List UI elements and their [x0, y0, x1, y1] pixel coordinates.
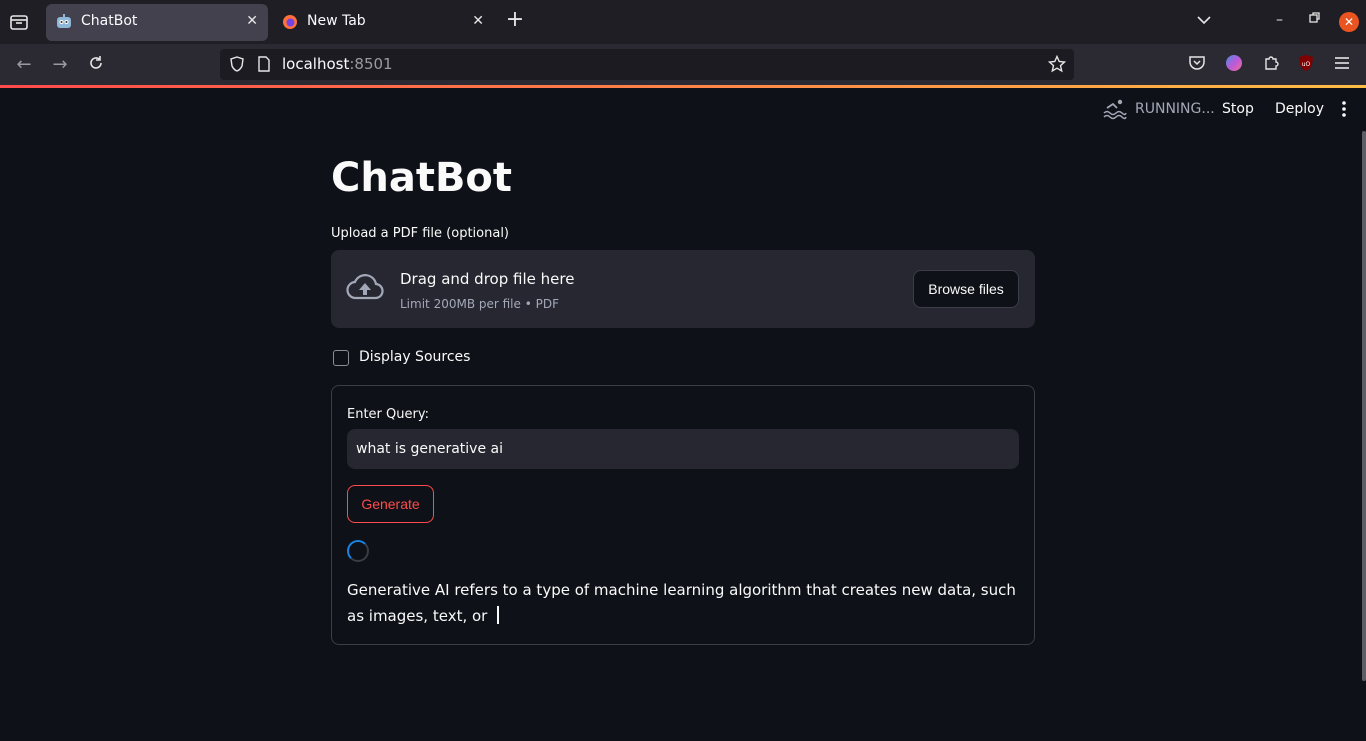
svg-text:uO: uO: [1302, 61, 1311, 68]
tracking-shield-icon[interactable]: [229, 56, 245, 76]
generate-button[interactable]: Generate: [347, 485, 434, 523]
robot-favicon-icon: [56, 14, 72, 30]
dropzone-limit-text: Limit 200MB per file • PDF: [400, 297, 559, 311]
query-label: Enter Query:: [347, 407, 429, 422]
main-menu-kebab-icon[interactable]: [1339, 100, 1349, 118]
running-swimmer-icon: [1103, 98, 1127, 124]
back-arrow-icon[interactable]: ←: [13, 54, 35, 76]
browser-tab-strip: ChatBot ✕ New Tab ✕ + – ✕: [0, 0, 1366, 44]
running-status: RUNNING...: [1135, 101, 1215, 117]
query-input[interactable]: [347, 429, 1019, 469]
answer-text: Generative AI refers to a type of machin…: [347, 577, 1017, 629]
url-bar[interactable]: localhost:8501: [220, 49, 1074, 80]
tab-title: New Tab: [307, 13, 366, 29]
pocket-icon[interactable]: [1188, 54, 1208, 74]
account-avatar-icon[interactable]: [1225, 54, 1245, 74]
stop-button[interactable]: Stop: [1222, 101, 1254, 117]
page-scrollbar[interactable]: [1362, 131, 1366, 681]
new-tab-plus-icon[interactable]: +: [504, 9, 526, 31]
cloud-upload-icon: [346, 272, 384, 306]
bookmark-star-icon[interactable]: [1047, 54, 1067, 77]
page-info-icon[interactable]: [257, 56, 271, 76]
query-form: Enter Query: Generate Generative AI refe…: [331, 385, 1035, 645]
forward-arrow-icon[interactable]: →: [49, 54, 71, 76]
deploy-button[interactable]: Deploy: [1275, 101, 1324, 117]
window-close-icon[interactable]: ✕: [1339, 12, 1359, 32]
display-sources-checkbox[interactable]: [333, 350, 349, 366]
extensions-puzzle-icon[interactable]: [1262, 54, 1282, 74]
browse-files-button[interactable]: Browse files: [913, 270, 1019, 308]
close-tab-icon[interactable]: ✕: [246, 13, 258, 29]
app-menu-hamburger-icon[interactable]: [1333, 54, 1353, 74]
reload-icon[interactable]: [85, 54, 107, 76]
tab-chatbot[interactable]: ChatBot ✕: [46, 4, 268, 41]
page-title: ChatBot: [331, 155, 513, 201]
upload-label: Upload a PDF file (optional): [331, 226, 510, 241]
tab-manager-icon[interactable]: [8, 11, 30, 33]
app-header: RUNNING... Stop Deploy: [0, 88, 1366, 130]
dropzone-title: Drag and drop file here: [400, 270, 575, 288]
chevron-down-icon[interactable]: [1196, 12, 1212, 32]
answer-content: Generative AI refers to a type of machin…: [347, 581, 1016, 625]
loading-spinner-icon: [347, 540, 369, 562]
minimize-icon[interactable]: –: [1276, 12, 1283, 28]
ublock-origin-icon[interactable]: uO: [1297, 54, 1317, 74]
tab-new-tab[interactable]: New Tab ✕: [272, 4, 494, 41]
close-tab-icon[interactable]: ✕: [472, 13, 484, 29]
display-sources-label[interactable]: Display Sources: [359, 349, 470, 365]
url-host: localhost: [282, 55, 350, 73]
url-port: :8501: [349, 55, 393, 73]
tab-title: ChatBot: [81, 13, 138, 29]
restore-icon[interactable]: [1309, 12, 1321, 28]
file-dropzone[interactable]: Drag and drop file here Limit 200MB per …: [331, 250, 1035, 328]
url-text: localhost:8501: [282, 55, 393, 73]
navigation-toolbar: ← → localhost:8501 uO: [0, 44, 1366, 85]
text-cursor: [497, 606, 500, 624]
firefox-favicon-icon: [282, 14, 298, 30]
